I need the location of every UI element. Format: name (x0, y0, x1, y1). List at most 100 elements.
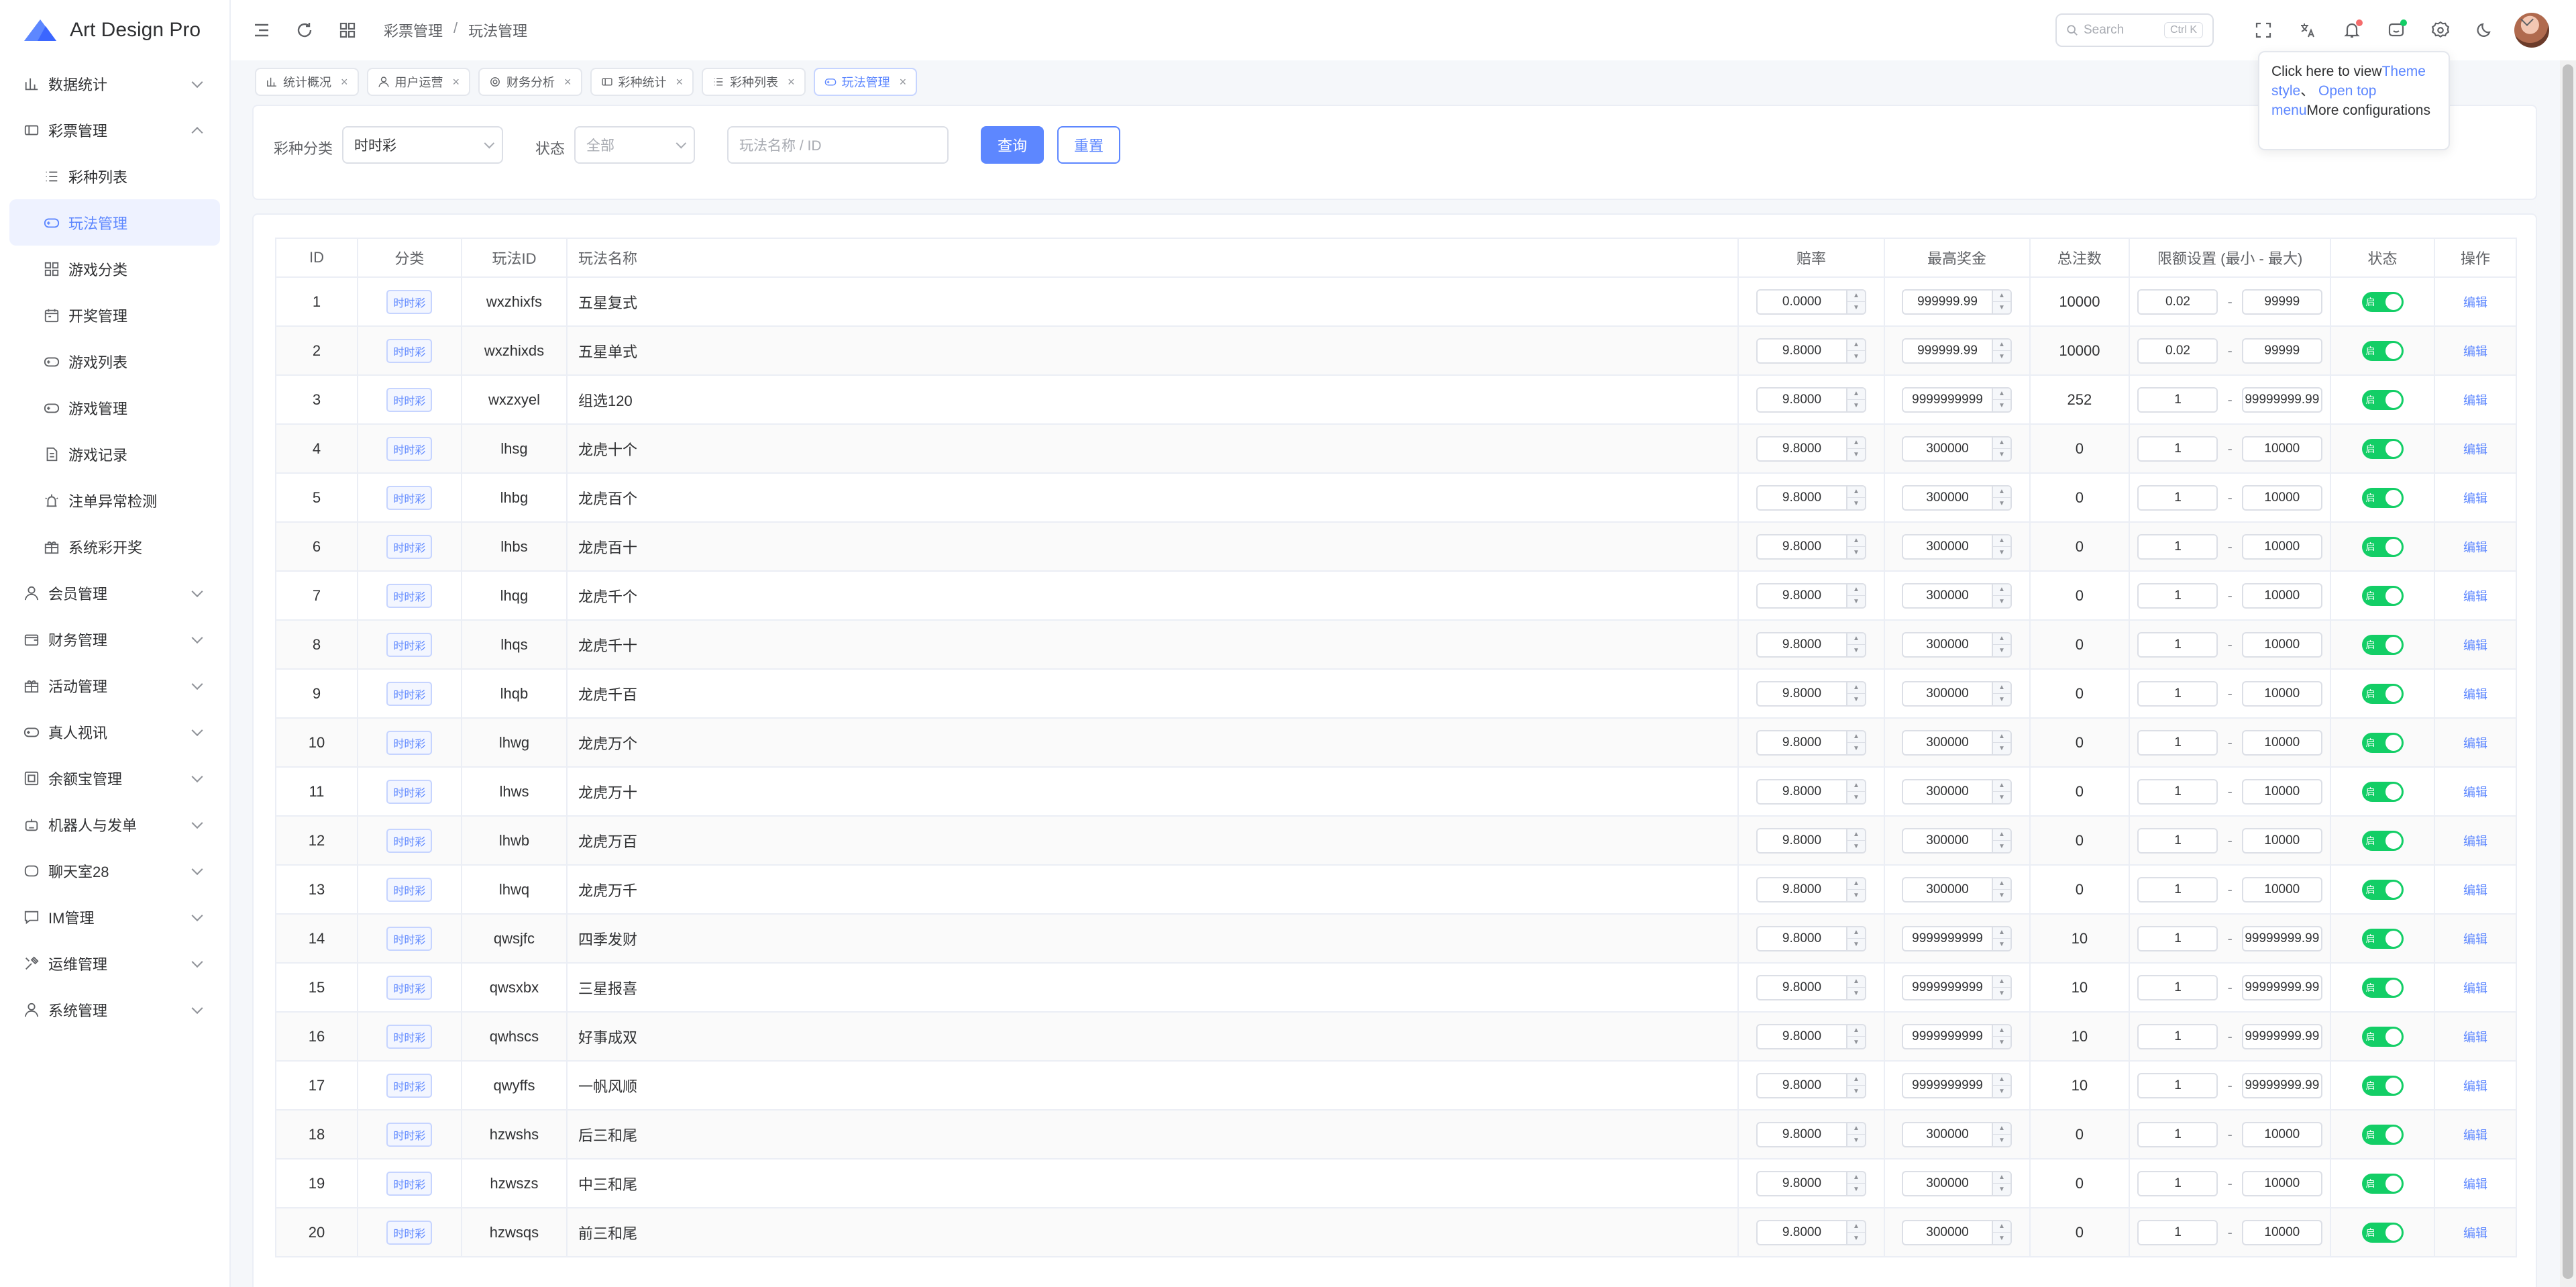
stepper-up-icon[interactable]: ▲ (1993, 1123, 2010, 1135)
stepper-up-icon[interactable]: ▲ (1847, 1074, 1865, 1086)
sidebar-item[interactable]: 开奖管理 (9, 292, 220, 338)
stepper-up-icon[interactable]: ▲ (1847, 535, 1865, 547)
max-prize-input[interactable]: 9999999999 ▲ ▼ (1902, 1023, 2012, 1049)
tab-close-icon[interactable]: × (341, 75, 348, 89)
limit-min-input[interactable]: 1 (2137, 876, 2218, 903)
stepper-up-icon[interactable]: ▲ (1993, 1025, 2010, 1037)
edit-link[interactable]: 编辑 (2463, 590, 2487, 603)
limit-max-input[interactable]: 10000 (2241, 1170, 2322, 1196)
odds-input[interactable]: 9.8000 ▲ ▼ (1756, 1072, 1866, 1098)
limit-min-input[interactable]: 1 (2137, 631, 2218, 658)
limit-max-input[interactable]: 10000 (2241, 778, 2322, 805)
max-prize-input[interactable]: 300000 ▲ ▼ (1902, 827, 2012, 854)
edit-link[interactable]: 编辑 (2463, 1080, 2487, 1093)
stepper-down-icon[interactable]: ▼ (1993, 302, 2010, 313)
max-prize-input[interactable]: 300000 ▲ ▼ (1902, 533, 2012, 560)
odds-input[interactable]: 9.8000 ▲ ▼ (1756, 387, 1866, 413)
stepper-down-icon[interactable]: ▼ (1993, 1233, 2010, 1244)
sidebar-item[interactable]: 财务管理 (9, 616, 220, 662)
page-scrollbar-thumb[interactable] (2563, 64, 2573, 1279)
sidebar-item[interactable]: 系统管理 (9, 986, 220, 1033)
logo[interactable]: Art Design Pro (0, 0, 229, 60)
limit-min-input[interactable]: 1 (2137, 484, 2218, 511)
limit-max-input[interactable]: 10000 (2241, 484, 2322, 511)
stepper-down-icon[interactable]: ▼ (1993, 498, 2010, 509)
max-prize-input[interactable]: 300000 ▲ ▼ (1902, 876, 2012, 903)
limit-max-input[interactable]: 99999999.99 (2241, 1023, 2322, 1049)
status-switch[interactable]: 启 (2361, 1075, 2404, 1096)
status-switch[interactable]: 启 (2361, 977, 2404, 998)
edit-link[interactable]: 编辑 (2463, 688, 2487, 701)
stepper-up-icon[interactable]: ▲ (1993, 1172, 2010, 1184)
stepper-up-icon[interactable]: ▲ (1847, 878, 1865, 890)
reset-button[interactable]: 重置 (1057, 126, 1120, 164)
stepper-down-icon[interactable]: ▼ (1847, 498, 1865, 509)
odds-input[interactable]: 9.8000 ▲ ▼ (1756, 582, 1866, 609)
odds-input[interactable]: 9.8000 ▲ ▼ (1756, 680, 1866, 707)
stepper-down-icon[interactable]: ▼ (1993, 449, 2010, 460)
status-switch[interactable]: 启 (2361, 1222, 2404, 1243)
sidebar-item[interactable]: 游戏分类 (9, 246, 220, 292)
stepper-up-icon[interactable]: ▲ (1993, 437, 2010, 449)
stepper-down-icon[interactable]: ▼ (1847, 351, 1865, 362)
stepper-down-icon[interactable]: ▼ (1847, 596, 1865, 607)
tab[interactable]: 统计概况 × (255, 68, 359, 96)
stepper-up-icon[interactable]: ▲ (1847, 584, 1865, 596)
status-switch[interactable]: 启 (2361, 1173, 2404, 1194)
tab-close-icon[interactable]: × (900, 75, 907, 89)
stepper-down-icon[interactable]: ▼ (1847, 1037, 1865, 1048)
sidebar-item[interactable]: 游戏管理 (9, 384, 220, 431)
tab-close-icon[interactable]: × (564, 75, 572, 89)
stepper-down-icon[interactable]: ▼ (1993, 1037, 2010, 1048)
stepper-up-icon[interactable]: ▲ (1993, 927, 2010, 939)
fullscreen-button[interactable] (2242, 9, 2285, 52)
odds-input[interactable]: 9.8000 ▲ ▼ (1756, 435, 1866, 462)
sidebar-item[interactable]: 会员管理 (9, 570, 220, 616)
keyword-input[interactable]: 玩法名称 / ID (727, 126, 949, 164)
limit-min-input[interactable]: 1 (2137, 925, 2218, 951)
limit-min-input[interactable]: 1 (2137, 387, 2218, 413)
stepper-down-icon[interactable]: ▼ (1847, 1233, 1865, 1244)
tab[interactable]: 用户运营 × (366, 68, 471, 96)
sidebar-item[interactable]: 运维管理 (9, 940, 220, 986)
stepper-down-icon[interactable]: ▼ (1847, 1086, 1865, 1097)
max-prize-input[interactable]: 300000 ▲ ▼ (1902, 582, 2012, 609)
stepper-down-icon[interactable]: ▼ (1993, 547, 2010, 558)
limit-min-input[interactable]: 1 (2137, 974, 2218, 1000)
sidebar-item[interactable]: 真人视讯 (9, 709, 220, 755)
odds-input[interactable]: 9.8000 ▲ ▼ (1756, 827, 1866, 854)
stepper-down-icon[interactable]: ▼ (1847, 1135, 1865, 1146)
language-button[interactable] (2286, 9, 2329, 52)
notification-button[interactable] (2330, 9, 2373, 52)
stepper-up-icon[interactable]: ▲ (1847, 486, 1865, 498)
edit-link[interactable]: 编辑 (2463, 737, 2487, 750)
stepper-up-icon[interactable]: ▲ (1993, 389, 2010, 400)
stepper-up-icon[interactable]: ▲ (1993, 486, 2010, 498)
limit-min-input[interactable]: 0.02 (2137, 289, 2218, 315)
tab-close-icon[interactable]: × (453, 75, 460, 89)
odds-input[interactable]: 9.8000 ▲ ▼ (1756, 1023, 1866, 1049)
status-select[interactable]: 全部 (574, 126, 695, 164)
chat-button[interactable] (2375, 9, 2418, 52)
limit-max-input[interactable]: 10000 (2241, 631, 2322, 658)
stepper-down-icon[interactable]: ▼ (1847, 890, 1865, 901)
sidebar-item[interactable]: 玩法管理 (9, 199, 220, 246)
tab[interactable]: 彩种统计 × (590, 68, 694, 96)
max-prize-input[interactable]: 300000 ▲ ▼ (1902, 680, 2012, 707)
stepper-down-icon[interactable]: ▼ (1993, 1086, 2010, 1097)
stepper-up-icon[interactable]: ▲ (1993, 633, 2010, 645)
stepper-up-icon[interactable]: ▲ (1847, 1221, 1865, 1233)
edit-link[interactable]: 编辑 (2463, 884, 2487, 897)
limit-max-input[interactable]: 99999999.99 (2241, 974, 2322, 1000)
edit-link[interactable]: 编辑 (2463, 786, 2487, 799)
category-select[interactable]: 时时彩 (342, 126, 503, 164)
stepper-up-icon[interactable]: ▲ (1847, 976, 1865, 988)
max-prize-input[interactable]: 9999999999 ▲ ▼ (1902, 974, 2012, 1000)
odds-input[interactable]: 9.8000 ▲ ▼ (1756, 974, 1866, 1000)
limit-min-input[interactable]: 1 (2137, 435, 2218, 462)
menu-toggle-button[interactable] (240, 9, 283, 52)
max-prize-input[interactable]: 9999999999 ▲ ▼ (1902, 925, 2012, 951)
stepper-down-icon[interactable]: ▼ (1993, 890, 2010, 901)
stepper-down-icon[interactable]: ▼ (1847, 939, 1865, 950)
tab[interactable]: 财务分析 × (478, 68, 582, 96)
